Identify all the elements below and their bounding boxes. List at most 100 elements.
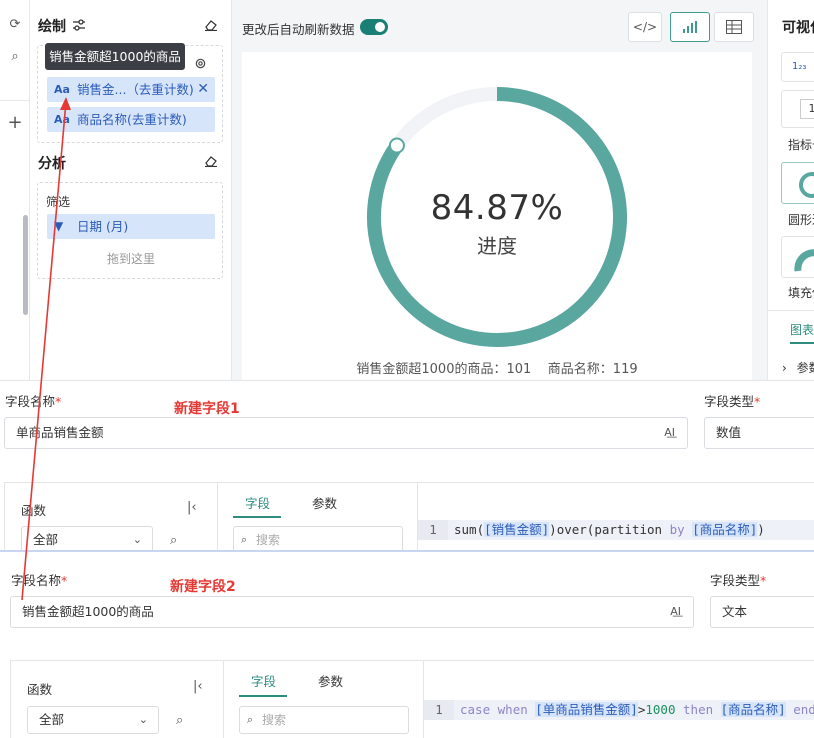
close-icon[interactable]: ✕ (197, 77, 209, 102)
field-type-select[interactable]: 数值 (704, 417, 814, 449)
chevron-down-icon: ⌄ (138, 713, 148, 726)
eraser-icon[interactable] (204, 19, 218, 31)
analysis-title: 分析 (38, 156, 66, 172)
params-row-label: 参数 (796, 361, 814, 375)
tab-chart[interactable]: 图表 (790, 321, 814, 338)
search-icon[interactable]: ⌕ (170, 533, 177, 548)
filter-label: 筛选 (46, 195, 71, 209)
gauge-percent: 84.87% (430, 188, 564, 228)
chevron-right-icon: › (782, 361, 787, 375)
dashboard-editor: ⟳ ⌕ + 绘制 Aa 销售金...（去重计数) ✕ Aa 商品名称(去重计数) (0, 0, 814, 380)
field-type-select[interactable]: 文本 (710, 596, 814, 628)
annotation-title-1: 新建字段1 (174, 401, 240, 417)
line-number: 1 (418, 520, 448, 540)
field-name-label: 字段名称* (5, 394, 62, 409)
params-row[interactable]: › 参数 (782, 359, 814, 376)
search-icon: ⌕ (247, 713, 254, 726)
circular-progress-option[interactable] (781, 162, 814, 204)
function-pane-title: 函数 (21, 503, 47, 518)
chart-view-button[interactable] (670, 12, 710, 42)
select-value: 全部 (33, 532, 59, 547)
fill-gauge-label: 填充仪表 (788, 286, 814, 300)
field-name-input[interactable]: 销售金额超1000的商品 A͟I (10, 596, 694, 628)
gauge-label: 进度 (477, 234, 517, 258)
tab-params[interactable]: 参数 (318, 671, 343, 690)
metric-card-label: 指标卡 (788, 138, 814, 152)
pill-date-month[interactable]: ▼ 日期 (月) (47, 214, 215, 239)
chart-card: 84.87% 进度 销售金额超1000的商品：101 商品名称：119 (242, 52, 752, 380)
circular-progress-label: 圆形进度 (788, 213, 814, 227)
drop-hint: 拖到这里 (106, 252, 155, 266)
search-icon[interactable]: ⌕ (176, 713, 183, 728)
pill-product-name[interactable]: Aa 商品名称(去重计数) (47, 107, 215, 132)
filter-drop-zone[interactable]: 筛选 ▼ 日期 (月) 拖到这里 (37, 182, 223, 279)
table-icon (726, 20, 742, 34)
auto-refresh-label: 更改后自动刷新数据 (242, 22, 355, 37)
format-icon[interactable]: A͟I (670, 597, 681, 627)
tab-fields[interactable]: 字段 (245, 493, 270, 512)
ring-thumb-icon (799, 172, 814, 198)
tab-fields[interactable]: 字段 (251, 671, 276, 690)
visualization-panel: 可视化 1₂₃ 1 指标卡 圆形进度 填充仪表 图表 › 参数 (767, 0, 814, 380)
chart-footer: 销售金额超1000的商品：101 商品名称：119 (356, 362, 638, 377)
visualization-title: 可视化 (782, 20, 814, 36)
new-field-form-2: 字段名称* 新建字段2 销售金额超1000的商品 A͟I 字段类型* 文本 函数… (0, 550, 814, 738)
annotation-title-2: 新建字段2 (170, 579, 236, 595)
function-category-select[interactable]: 全部 ⌄ (27, 706, 159, 734)
field-type-label: 字段类型* (704, 394, 761, 409)
rp-divider (768, 310, 814, 311)
tab-underline (233, 516, 281, 518)
pill-label: 商品名称(去重计数) (77, 112, 187, 127)
number-format-card[interactable]: 1₂₃ (781, 52, 814, 82)
gear-icon[interactable] (194, 57, 207, 70)
field-name-value: 单商品销售金额 (16, 425, 104, 440)
gauge-thumb-icon (794, 249, 814, 272)
code-view-button[interactable]: </> (628, 12, 662, 42)
chart-canvas: 更改后自动刷新数据 </> 84.87% 进度 销售金额超1000的商品：101… (232, 0, 767, 380)
metric-card-option[interactable]: 1 (781, 90, 814, 128)
field-search-input[interactable]: ⌕ 搜索 (239, 706, 409, 734)
collapse-icon[interactable]: |‹ (187, 500, 197, 515)
metric-card-thumb: 1 (800, 99, 814, 119)
select-value: 全部 (39, 712, 65, 727)
format-icon[interactable]: A͟I (664, 418, 675, 448)
tab-underline (239, 695, 287, 697)
field-name-input[interactable]: 单商品销售金额 A͟I (4, 417, 688, 449)
settings-sliders-icon[interactable] (72, 18, 86, 32)
text-field-icon: Aa (54, 83, 70, 96)
search-icon: ⌕ (241, 533, 248, 546)
fill-gauge-option[interactable] (781, 236, 814, 278)
table-view-button[interactable] (714, 12, 754, 42)
field-search-input[interactable]: ⌕ 搜索 (233, 526, 403, 550)
pill-label: 日期 (月) (77, 219, 129, 234)
eraser-icon[interactable] (204, 155, 218, 167)
tab-params[interactable]: 参数 (312, 493, 337, 512)
field-type-label: 字段类型* (710, 573, 767, 588)
left-rail: ⟳ ⌕ + (0, 0, 30, 380)
pill-sales-over-1000[interactable]: Aa 销售金...（去重计数) ✕ (47, 77, 215, 102)
tab-underline (790, 342, 814, 344)
add-icon[interactable]: + (6, 114, 24, 132)
code-line-1[interactable]: 1 sum([销售金额])over(partition by [商品名称]) (418, 520, 814, 540)
rail-divider (0, 100, 29, 101)
pill-label: 销售金...（去重计数) (77, 82, 194, 97)
collapse-icon[interactable]: |‹ (193, 679, 203, 694)
field-name-value: 销售金额超1000的商品 (22, 604, 154, 619)
field-tooltip: 销售金额超1000的商品 (45, 43, 185, 70)
line-number: 1 (424, 700, 454, 720)
search-doc-icon[interactable]: ⌕ (6, 48, 24, 66)
gauge-end-knob (388, 137, 405, 154)
rail-scrollbar[interactable] (23, 215, 28, 315)
new-field-form-1: 字段名称* 新建字段1 单商品销售金额 A͟I 字段类型* 数值 函数 |‹ 全… (0, 381, 814, 550)
chevron-down-icon: ⌄ (132, 533, 142, 546)
function-pane-title: 函数 (27, 682, 53, 697)
text-field-icon: Aa (54, 113, 70, 126)
draw-title: 绘制 (38, 19, 66, 35)
formula-editor: 函数 |‹ 全部 ⌄ ⌕ 字段 参数 ⌕ 搜索 1 case when [单商品销售金… (10, 660, 814, 738)
filter-funnel-icon: ▼ (54, 219, 64, 233)
auto-refresh-toggle[interactable] (360, 19, 388, 35)
code-line-1[interactable]: 1 case when [单商品销售金额]>1000 then [商品名称] en… (424, 700, 814, 720)
formula-editor: 函数 |‹ 全部 ⌄ ⌕ 字段 参数 ⌕ 搜索 1 sum([销售金额])over(p… (4, 482, 814, 550)
refresh-icon[interactable]: ⟳ (6, 16, 24, 34)
function-category-select[interactable]: 全部 ⌄ (21, 526, 153, 550)
